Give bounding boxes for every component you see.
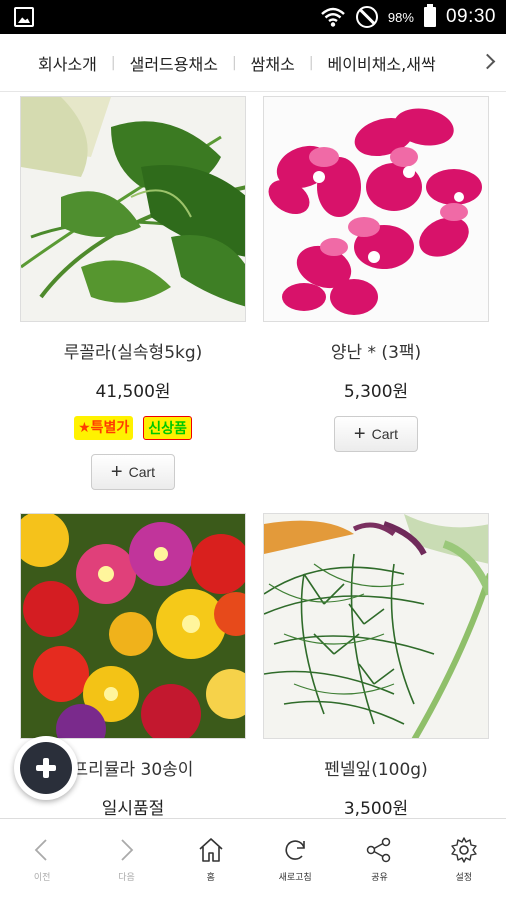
cart-button-label: Cart bbox=[371, 426, 399, 442]
nav-item-company[interactable]: 회사소개 bbox=[38, 51, 111, 75]
new-product-badge: 신상품 bbox=[143, 416, 192, 440]
floating-add-button[interactable] bbox=[14, 736, 78, 800]
back-button[interactable]: 이전 bbox=[0, 819, 84, 900]
product-photo-fennel[interactable] bbox=[263, 513, 489, 739]
nav-item-baby-vegetables[interactable]: 베이비채소,새싹 bbox=[314, 51, 450, 75]
forward-button[interactable]: 다음 bbox=[84, 819, 168, 900]
plus-icon: + bbox=[110, 461, 123, 483]
back-label: 이전 bbox=[33, 873, 51, 883]
status-bar: 98% 09:30 bbox=[0, 0, 506, 34]
home-label: 홈 bbox=[206, 873, 215, 883]
chevron-left-icon bbox=[34, 839, 47, 861]
forward-label: 다음 bbox=[118, 873, 135, 883]
product-card[interactable]: 펜넬잎(100g) 3,500원 bbox=[263, 513, 489, 817]
product-price: 41,500원 bbox=[95, 382, 171, 402]
product-name[interactable]: 양난 * (3팩) bbox=[263, 338, 489, 363]
product-name[interactable]: 펜넬잎(100g) bbox=[263, 755, 489, 780]
plus-icon: + bbox=[353, 423, 366, 445]
home-button[interactable]: 홈 bbox=[169, 819, 253, 900]
home-icon bbox=[199, 838, 223, 862]
product-grid: 루꼴라(실속형5kg) 41,500원 ★특별가 신상품 + Cart 양난 *… bbox=[0, 92, 506, 817]
battery-icon bbox=[423, 4, 436, 27]
product-card[interactable]: 루꼴라(실속형5kg) 41,500원 ★특별가 신상품 + Cart bbox=[20, 96, 246, 490]
nav-item-wrap-vegetables[interactable]: 쌈채소 bbox=[237, 51, 309, 75]
do-not-disturb-icon bbox=[355, 6, 378, 28]
share-icon bbox=[367, 837, 391, 863]
product-photo-arugula[interactable] bbox=[20, 96, 246, 322]
bottom-toolbar: 이전 다음 홈 새로고침 공유 설정 bbox=[0, 818, 506, 900]
settings-button[interactable]: 설정 bbox=[422, 819, 506, 900]
refresh-label: 새로고침 bbox=[278, 873, 312, 883]
add-to-cart-button[interactable]: + Cart bbox=[91, 454, 175, 490]
wifi-icon bbox=[321, 7, 345, 27]
product-card[interactable]: 양난 * (3팩) 5,300원 + Cart bbox=[263, 96, 489, 452]
add-to-cart-button[interactable]: + Cart bbox=[334, 416, 418, 452]
product-price: 3,500원 bbox=[343, 799, 409, 817]
battery-percent: 98% bbox=[387, 9, 414, 25]
category-nav: 회사소개 | 샐러드용채소 | 쌈채소 | 베이비채소,새싹 bbox=[0, 34, 506, 92]
gallery-notification-icon bbox=[14, 7, 34, 27]
refresh-button[interactable]: 새로고침 bbox=[253, 819, 337, 900]
product-photo-orchid[interactable] bbox=[263, 96, 489, 322]
product-name[interactable]: 루꼴라(실속형5kg) bbox=[20, 338, 246, 363]
cart-button-label: Cart bbox=[128, 464, 156, 480]
chevron-right-icon[interactable] bbox=[482, 52, 494, 72]
settings-label: 설정 bbox=[455, 873, 473, 883]
clock: 09:30 bbox=[445, 6, 496, 27]
special-price-badge: ★특별가 bbox=[74, 416, 134, 440]
product-price: 5,300원 bbox=[343, 382, 409, 402]
refresh-icon bbox=[285, 840, 305, 860]
share-button[interactable]: 공유 bbox=[337, 819, 421, 900]
product-photo-primula[interactable] bbox=[20, 513, 246, 739]
chevron-right-icon bbox=[121, 839, 134, 861]
plus-icon bbox=[20, 742, 72, 794]
nav-item-salad-vegetables[interactable]: 샐러드용채소 bbox=[116, 51, 232, 75]
gear-icon bbox=[451, 837, 477, 863]
share-label: 공유 bbox=[371, 873, 388, 883]
